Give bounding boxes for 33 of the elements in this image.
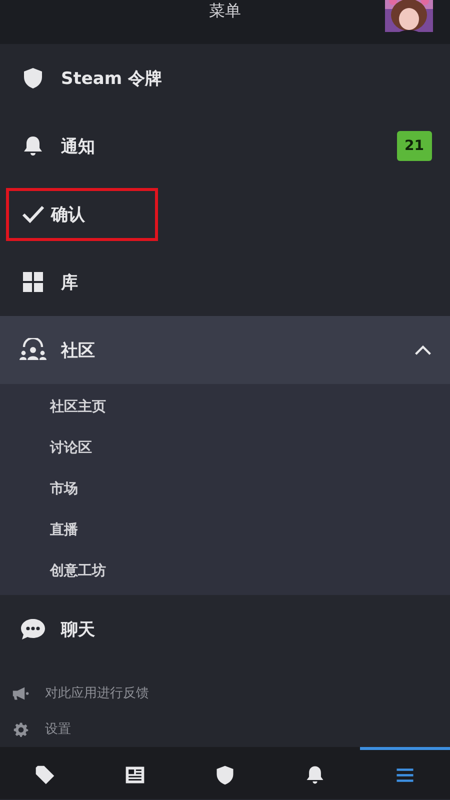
- menu-label: 社区: [60, 340, 96, 362]
- chat-icon: [20, 617, 46, 641]
- shield-icon: [21, 66, 45, 90]
- count-badge: 21: [396, 131, 432, 161]
- menu-item[interactable]: 聊天: [0, 595, 450, 663]
- menu-item[interactable]: 通知 21: [0, 112, 450, 180]
- menu-item[interactable]: Steam 令牌: [0, 44, 450, 112]
- submenu-item[interactable]: 讨论区: [0, 427, 450, 468]
- tag-icon: [34, 764, 56, 786]
- menu-item[interactable]: 库: [0, 248, 450, 316]
- footer-item[interactable]: 对此应用进行反馈: [0, 675, 450, 711]
- menu-label: 聊天: [60, 618, 96, 642]
- submenu-item[interactable]: 直播: [0, 509, 450, 550]
- header-title: 菜单: [209, 0, 241, 22]
- grid-icon: [21, 270, 45, 294]
- bell-icon: [304, 764, 326, 786]
- footer-label: 设置: [45, 721, 71, 738]
- footer-item[interactable]: 设置: [0, 711, 450, 747]
- people-icon: [19, 338, 47, 362]
- bell-icon: [21, 134, 45, 158]
- shield-icon: [214, 764, 236, 786]
- settings-icon: [12, 722, 30, 736]
- menu-label: 库: [60, 272, 79, 294]
- menu-item[interactable]: 确认: [0, 180, 450, 248]
- submenu-item[interactable]: 社区主页: [0, 386, 450, 427]
- community-row[interactable]: 社区: [0, 316, 450, 384]
- submenu-item[interactable]: 创意工坊: [0, 550, 450, 591]
- megaphone-icon: [12, 686, 30, 700]
- footer-label: 对此应用进行反馈: [45, 685, 149, 702]
- menu-label: 通知: [60, 136, 96, 158]
- menu-label: 确认: [6, 188, 158, 240]
- menu-label: Steam 令牌: [60, 68, 164, 90]
- submenu-item[interactable]: 市场: [0, 468, 450, 509]
